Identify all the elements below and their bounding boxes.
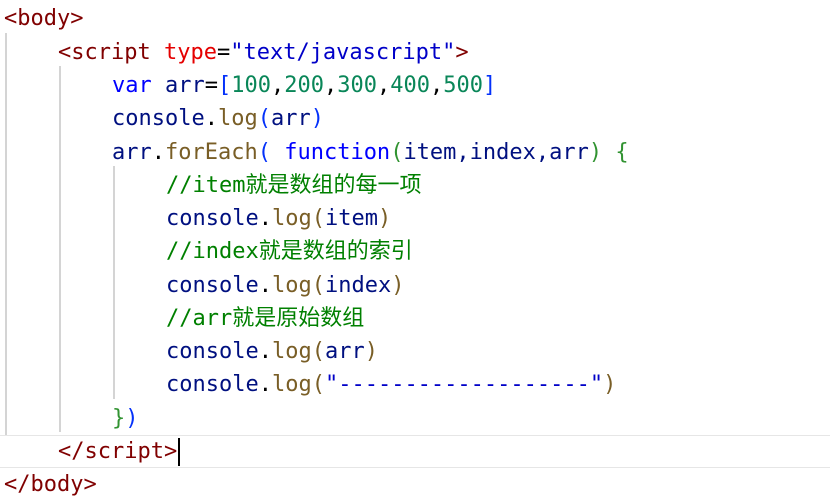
paren-open: (: [311, 273, 325, 298]
object-name: console: [166, 339, 259, 364]
tag-name: script: [84, 439, 164, 464]
object-name: console: [166, 372, 259, 397]
string-literal: "-------------------": [324, 372, 604, 397]
number-literal: 500: [443, 73, 483, 98]
number-literal: 200: [284, 73, 324, 98]
code-line-8[interactable]: //index就是数组的索引: [0, 235, 830, 268]
tag-open-bracket: </: [58, 439, 85, 464]
argument: item: [324, 206, 378, 231]
argument: index: [324, 273, 392, 298]
paren-close: ): [588, 140, 603, 165]
paren-open: (: [257, 140, 271, 165]
keyword-var: var: [112, 73, 152, 98]
dot: .: [258, 339, 272, 364]
tag-open-bracket: </: [4, 472, 31, 497]
function-name: log: [271, 372, 312, 397]
comma: ,: [377, 73, 391, 98]
comment: //arr就是原始数组: [166, 306, 365, 331]
paren-close: ): [125, 406, 139, 431]
code-editor[interactable]: <body> <script type="text/javascript"> v…: [0, 0, 830, 501]
paren-open: (: [257, 106, 271, 131]
code-line-4[interactable]: console.log(arr): [0, 102, 830, 135]
operator-equals: =: [204, 73, 218, 98]
code-line-6[interactable]: //item就是数组的每一项: [0, 169, 830, 202]
code-line-3[interactable]: var arr=[100,200,300,400,500]: [0, 69, 830, 102]
tag-open-bracket: <: [4, 6, 18, 31]
comma: ,: [430, 73, 444, 98]
attr-equals: =: [216, 40, 231, 65]
dot: .: [258, 206, 272, 231]
code-line-5[interactable]: arr.forEach( function(item,index,arr) {: [0, 136, 830, 169]
function-name: forEach: [165, 140, 258, 165]
tag-name: script: [71, 40, 151, 65]
comment: //item就是数组的每一项: [166, 173, 422, 198]
argument: arr: [270, 106, 311, 131]
object-name: console: [112, 106, 205, 131]
brace-open: {: [615, 140, 629, 165]
brace-close: }: [112, 406, 126, 431]
object-name: console: [166, 206, 259, 231]
tag-close-bracket: >: [70, 6, 84, 31]
text-cursor: [178, 438, 181, 466]
object-name: console: [166, 273, 259, 298]
tag-close-bracket: >: [455, 40, 469, 65]
comma: ,: [324, 73, 338, 98]
paren-close: ): [603, 372, 617, 397]
code-line-12[interactable]: console.log("-------------------"): [0, 368, 830, 401]
code-line-2[interactable]: <script type="text/javascript">: [0, 36, 830, 69]
paren-open: (: [311, 372, 325, 397]
code-line-9[interactable]: console.log(index): [0, 269, 830, 302]
dot: .: [258, 372, 272, 397]
paren-open: (: [311, 339, 325, 364]
function-name: log: [271, 206, 312, 231]
code-line-10[interactable]: //arr就是原始数组: [0, 302, 830, 335]
comma: ,: [271, 73, 285, 98]
paren-close: ): [377, 206, 392, 231]
attr-value: "text/javascript": [230, 40, 456, 65]
paren-close: ): [364, 339, 378, 364]
code-line-14[interactable]: </script>: [0, 435, 830, 468]
variable-name: arr: [165, 73, 205, 98]
number-literal: 400: [390, 73, 430, 98]
tag-name: body: [17, 6, 71, 31]
paren-open: (: [311, 206, 325, 231]
bracket-open: [: [218, 73, 232, 98]
keyword-function: function: [284, 140, 391, 165]
dot: .: [258, 273, 272, 298]
code-line-15[interactable]: </body>: [0, 468, 830, 501]
tag-name: body: [30, 472, 84, 497]
argument: arr: [324, 339, 365, 364]
paren-close: ): [391, 273, 405, 298]
parameter-list: item,index,arr: [403, 140, 589, 165]
paren-close: ): [310, 106, 324, 131]
dot: .: [204, 106, 218, 131]
function-name: log: [271, 339, 312, 364]
code-line-7[interactable]: console.log(item): [0, 202, 830, 235]
code-line-13[interactable]: }): [0, 402, 830, 435]
code-line-1[interactable]: <body>: [0, 2, 830, 35]
code-line-11[interactable]: console.log(arr): [0, 335, 830, 368]
object-name: arr: [112, 140, 152, 165]
tag-close-bracket: >: [83, 472, 97, 497]
paren-open: (: [390, 140, 404, 165]
comment: //index就是数组的索引: [166, 239, 413, 264]
dot: .: [151, 140, 165, 165]
tag-close-bracket: >: [163, 439, 178, 464]
function-name: log: [217, 106, 258, 131]
bracket-close: ]: [483, 73, 497, 98]
tag-open-bracket: <: [58, 40, 72, 65]
attr-name: type: [163, 40, 217, 65]
function-name: log: [271, 273, 312, 298]
number-literal: 300: [337, 73, 377, 98]
number-literal: 100: [231, 73, 271, 98]
